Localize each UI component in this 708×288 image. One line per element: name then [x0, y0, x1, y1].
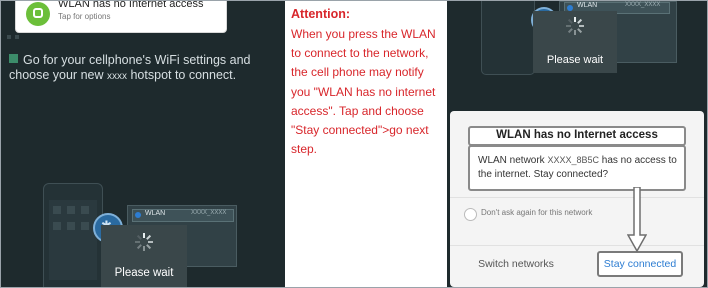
dialog-message: WLAN network XXXX_8B5C has no access to … [478, 153, 678, 182]
dont-ask-label: Don't ask again for this network [481, 208, 593, 217]
instruction-ssid: xxxx [107, 71, 127, 82]
switch-networks-button[interactable]: Switch networks [460, 251, 572, 277]
wlan-label: WLAN [577, 2, 598, 9]
wlan-icon [135, 212, 141, 218]
loading-label: Please wait [546, 54, 604, 66]
tutorial-frame: WLAN has no Internet access Tap for opti… [0, 0, 708, 288]
no-internet-dialog: WLAN has no Internet access WLAN network… [450, 111, 704, 287]
wlan-network-row[interactable]: WLAN XXXX_XXXX [132, 209, 234, 222]
bullet-icon [9, 54, 18, 63]
wlan-label: WLAN [145, 210, 166, 217]
dialog-divider [450, 245, 704, 246]
dialog-network-name: XXXX_8B5C [547, 155, 599, 165]
attention-body: When you press the WLAN to connect to th… [291, 27, 436, 157]
attention-note: Attention: When you press the WLAN to co… [285, 1, 447, 287]
dialog-title: WLAN has no Internet access [496, 129, 658, 141]
dialog-divider [450, 197, 704, 198]
spinner-icon [135, 233, 153, 251]
loading-label: Please wait [114, 267, 174, 279]
dialog-message-part1: WLAN network [478, 155, 545, 166]
instruction-text-2: hotspot to connect. [130, 68, 237, 82]
right-phone-screenshot: WLAN XXXX_XXXX Please wait WLAN has no I… [447, 1, 707, 287]
dialog-message-highlight: WLAN network XXXX_8B5C has no access to … [468, 145, 686, 191]
down-arrow-icon [627, 187, 647, 253]
spinner-icon [566, 17, 584, 35]
phone-screen [49, 200, 97, 280]
wlan-ssid: XXXX_XXXX [191, 210, 227, 216]
dont-ask-checkbox[interactable] [464, 208, 477, 221]
loading-dialog: Please wait [533, 11, 617, 73]
stay-connected-button[interactable]: Stay connected [597, 251, 683, 277]
dialog-title-highlight: WLAN has no Internet access [468, 126, 686, 146]
no-internet-notification[interactable]: WLAN has no Internet access Tap for opti… [15, 1, 227, 33]
loading-dialog: Please wait [101, 225, 187, 287]
attention-title: Attention: [291, 7, 351, 21]
phone-illustration [481, 1, 535, 75]
notification-subtitle: Tap for options [58, 12, 111, 21]
wifi-instruction: Go for your cellphone's WiFi settings an… [9, 53, 283, 84]
left-phone-screenshot: WLAN has no Internet access Tap for opti… [1, 1, 285, 287]
android-icon [26, 2, 50, 26]
notification-title: WLAN has no Internet access [58, 1, 204, 10]
dotted-divider [1, 35, 285, 45]
wlan-ssid: XXXX_XXXX [625, 2, 661, 8]
